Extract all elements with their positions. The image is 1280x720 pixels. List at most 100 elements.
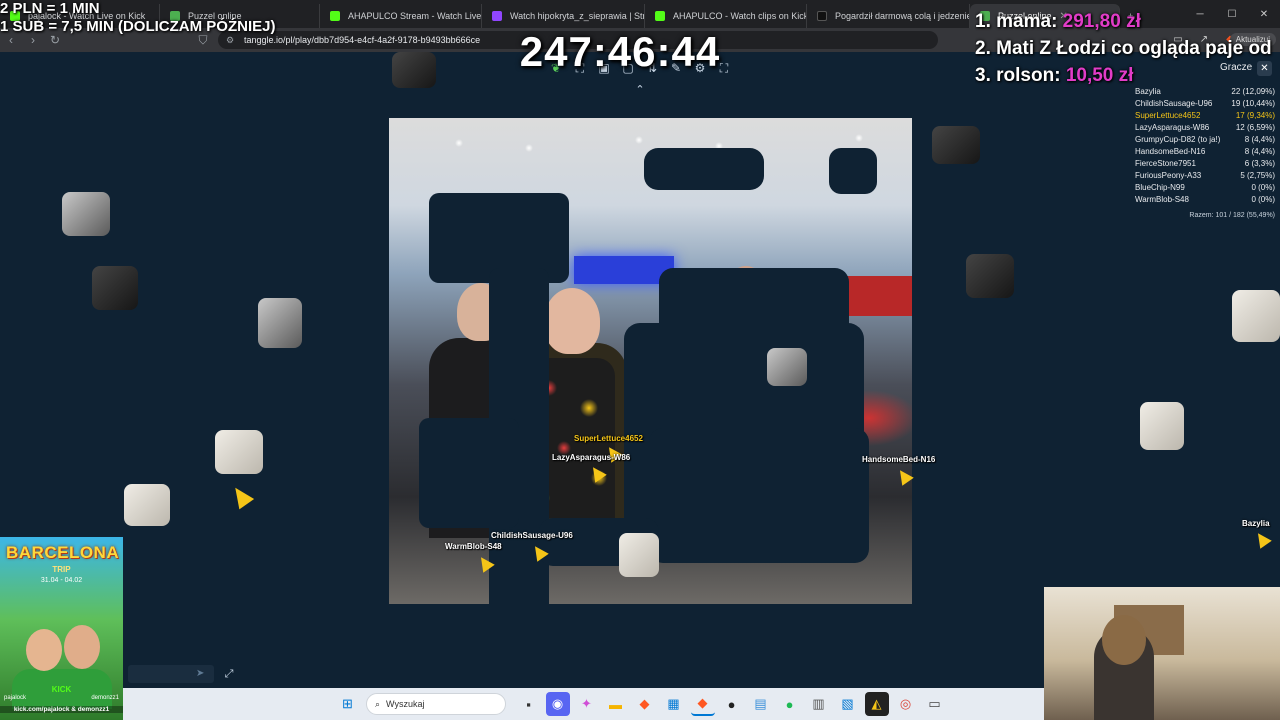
puzzle-board[interactable]	[389, 118, 912, 604]
tab-label: AHAPULCO - Watch clips on Kick	[673, 11, 807, 21]
kick-icon	[330, 11, 340, 21]
obs-icon[interactable]: ●	[720, 692, 744, 716]
tab-ahapulco-clips[interactable]: AHAPULCO - Watch clips on Kick	[645, 4, 807, 28]
notes-icon[interactable]: ▧	[836, 692, 860, 716]
player-score: 8 (4,4%)	[1244, 147, 1275, 156]
player-score: 5 (2,75%)	[1240, 171, 1275, 180]
puzzle-piece[interactable]	[392, 52, 436, 88]
chrome-icon[interactable]: ◎	[894, 692, 918, 716]
tab-label: Pogardził darmową colą i jedzeniem	[835, 11, 970, 21]
cursor-label: WarmBlob-S48	[445, 542, 502, 551]
player-name: Bazylia	[1135, 87, 1161, 96]
player-score: 12 (6,59%)	[1235, 123, 1275, 132]
puzzle-piece[interactable]	[1140, 402, 1184, 450]
puzzle-piece[interactable]	[258, 298, 302, 348]
donor-rank: 2.	[975, 38, 991, 59]
cursor-label: ChildishSausage-U96	[491, 531, 573, 540]
player-name: LazyAsparagus-W86	[1135, 123, 1210, 132]
puzzle-piece[interactable]	[1232, 290, 1280, 342]
player-row: FierceStone7951 6 (3,3%)	[1135, 158, 1275, 170]
player-name: FuriousPeony-A33	[1135, 171, 1202, 180]
taskbar-search[interactable]: ⌕ Wyszukaj	[366, 693, 506, 715]
url-text: tanggle.io/pl/play/dbb7d954-e4cf-4a2f-91…	[244, 35, 481, 45]
task-view-icon[interactable]: ▪	[517, 692, 541, 716]
puzzle-piece[interactable]	[932, 126, 980, 164]
person-2-head	[544, 288, 600, 354]
promo-url: kick.com/pajalock & demonzz1	[0, 706, 123, 713]
player-name: FierceStone7951	[1135, 159, 1196, 168]
player-score: 6 (3,3%)	[1244, 159, 1275, 168]
tab-hipokryta[interactable]: Watch hipokryta_z_sieprawia | Stream	[482, 4, 645, 28]
twitch-icon	[492, 11, 502, 21]
brave-active-icon[interactable]: ◆	[690, 692, 715, 716]
donor-rank: 3.	[975, 65, 991, 86]
cursor-label: LazyAsparagus-W86	[552, 453, 631, 462]
tab-tiktok[interactable]: Pogardził darmową colą i jedzeniem	[807, 4, 970, 28]
puzzle-piece[interactable]	[966, 254, 1014, 298]
donor-amount: 10,50 zł	[1065, 65, 1134, 86]
player-score: 19 (10,44%)	[1231, 99, 1275, 108]
player-name: SuperLettuce4652	[1135, 111, 1201, 120]
top-donors: 1. mama: 291,80 zł 2. Mati Z Łodzi co og…	[975, 8, 1280, 89]
donation-rules: 2 PLN = 1 MIN 1 SUB = 7,5 MIN (DOLICZAM …	[0, 0, 300, 36]
windows-start-icon[interactable]: ⊞	[336, 692, 360, 716]
player-row: GrumpyCup-D82 (to ja!) 8 (4,4%)	[1135, 134, 1275, 146]
player-score: 0 (0%)	[1251, 183, 1275, 192]
rule-pln: 2 PLN = 1 MIN	[0, 0, 100, 17]
file-explorer-icon[interactable]: ▬	[604, 692, 628, 716]
send-icon[interactable]: ➤	[196, 668, 204, 679]
donor-name: mama:	[996, 11, 1058, 32]
cursor-pointer-icon	[1252, 529, 1272, 549]
search-icon: ⌕	[375, 698, 381, 709]
puzzle-piece[interactable]	[619, 533, 659, 577]
close-players-icon[interactable]: ✕	[1257, 61, 1272, 76]
kick-icon	[655, 11, 665, 21]
store-icon[interactable]: ▦	[662, 692, 686, 716]
photos-icon[interactable]: ▤	[749, 692, 773, 716]
calculator-icon[interactable]: ▥	[807, 692, 831, 716]
promo-banner: BARCELONA TRIP 31.04 - 04.02 KICK pajalo…	[0, 537, 123, 720]
player-row: LazyAsparagus-W86 12 (6,59%)	[1135, 122, 1275, 134]
spotify-icon[interactable]: ●	[778, 692, 802, 716]
tab-label: Watch hipokryta_z_sieprawia | Stream	[510, 11, 645, 21]
player-name: BlueChip-N99	[1135, 183, 1185, 192]
player-score: 22 (12,09%)	[1231, 87, 1275, 96]
discord-icon[interactable]: ◉	[545, 692, 570, 716]
tab-ahapulco-stream[interactable]: AHAPULCO Stream - Watch Live on K	[320, 4, 482, 28]
player-row: BlueChip-N99 0 (0%)	[1135, 182, 1275, 194]
window-app-icon[interactable]: ▭	[923, 692, 947, 716]
cursor-label: HandsomeBed-N16	[862, 455, 936, 464]
missing-piece-area	[419, 418, 519, 528]
player-name: WarmBlob-S48	[1135, 195, 1189, 204]
my-cursor-icon	[227, 482, 255, 510]
tab-label: AHAPULCO Stream - Watch Live on K	[348, 11, 482, 21]
tiktok-icon	[817, 11, 827, 21]
player-name: GrumpyCup-D82 (to ja!)	[1135, 135, 1221, 144]
player-score: 0 (0%)	[1251, 195, 1275, 204]
rule-sub: 1 SUB = 7,5 MIN (DOLICZAM PÓŹNIEJ)	[0, 18, 276, 35]
puzzle-piece[interactable]	[215, 430, 263, 474]
puzzle-piece[interactable]	[62, 192, 110, 236]
donor-name: Mati Z Łodzi co ogląda paje od	[996, 38, 1272, 59]
player-row: HandsomeBed-N16 8 (4,4%)	[1135, 146, 1275, 158]
expand-icon[interactable]: ⤢	[221, 666, 237, 682]
taskbar: ⊞ ⌕ Wyszukaj ▪ ◉ ✦ ▬ ◆ ▦ ◆ ● ▤ ● ▥ ▧ ◭ ◎…	[123, 688, 1044, 720]
puzzle-piece[interactable]	[767, 348, 807, 386]
cursor-label: Bazylia	[1242, 519, 1270, 528]
player-score: 8 (4,4%)	[1244, 135, 1275, 144]
brave-icon[interactable]: ◆	[633, 692, 657, 716]
app-icon[interactable]: ◭	[864, 692, 889, 716]
promo-kick-logo: KICK	[51, 685, 72, 694]
puzzle-piece[interactable]	[124, 484, 170, 526]
players-list: Bazylia 22 (12,09%) ChildishSausage-U96 19…	[1135, 86, 1275, 206]
missing-piece-area	[649, 428, 869, 563]
donor-row: 2. Mati Z Łodzi co ogląda paje od	[975, 35, 1280, 62]
donor-amount: 291,80 zł	[1062, 11, 1141, 32]
puzzle-piece[interactable]	[92, 266, 138, 310]
copilot-icon[interactable]: ✦	[575, 692, 599, 716]
collapse-toolbar-icon[interactable]: ⌃	[630, 83, 650, 97]
player-row: ChildishSausage-U96 19 (10,44%)	[1135, 98, 1275, 110]
promo-face-left	[26, 629, 62, 671]
missing-piece-area	[829, 148, 877, 194]
missing-piece-area	[644, 148, 764, 190]
